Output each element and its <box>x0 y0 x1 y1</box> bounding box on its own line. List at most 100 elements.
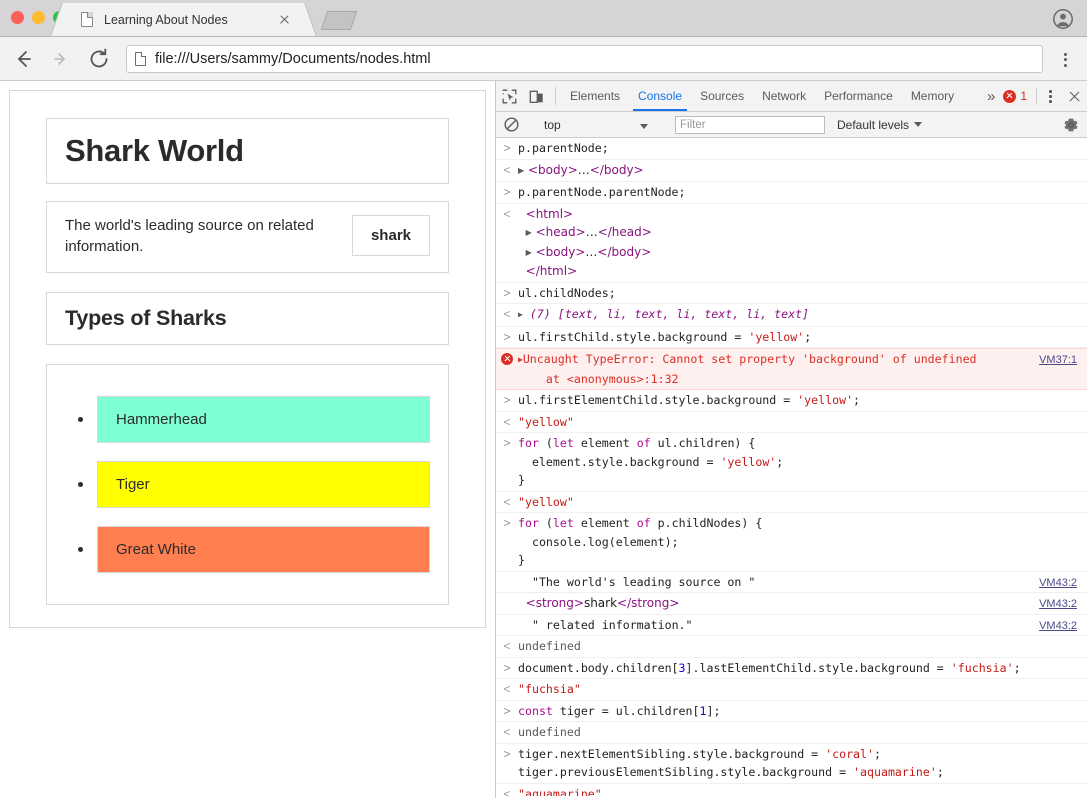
execution-context-selector[interactable]: top <box>535 118 660 132</box>
console-source-link[interactable]: VM37:1 <box>1039 351 1077 370</box>
console-row-text: "The world's leading source on " <box>518 574 756 589</box>
error-circle-icon <box>1003 89 1017 103</box>
console-row-text: ul.childNodes; <box>518 285 616 300</box>
console-gutter-marker: < <box>503 786 511 797</box>
gear-icon[interactable] <box>1057 117 1085 133</box>
console-row-text: <html> ▶ <head>…</head> ▶ <body>…</body>… <box>525 206 652 279</box>
list-item: Hammerhead <box>78 395 430 443</box>
console-row-text: ▶ (7) [text, li, text, li, text, li, tex… <box>518 307 810 321</box>
console-output-row: < "aquamarine" <box>496 784 1087 797</box>
error-count-badge[interactable]: 1 <box>1001 81 1034 111</box>
console-row-text: document.body.children[3].lastElementChi… <box>518 660 1021 675</box>
console-gutter-marker: > <box>503 746 511 761</box>
console-row-text: ul.firstElementChild.style.background = … <box>518 393 861 407</box>
list-item-label: Hammerhead <box>116 410 207 428</box>
document-icon <box>81 12 93 27</box>
browser-tab-title: Learning About Nodes <box>104 12 228 27</box>
new-tab-button[interactable] <box>320 7 362 33</box>
navigation-toolbar: file:///Users/sammy/Documents/nodes.html <box>0 37 1087 81</box>
console-gutter-marker: > <box>503 185 511 199</box>
console-row-text: for (let element of ul.children) { eleme… <box>518 436 784 487</box>
browser-menu-icon[interactable] <box>1051 45 1079 73</box>
execution-context-value: top <box>544 117 561 132</box>
console-gutter-marker: < <box>503 682 511 696</box>
console-output-row: < <html> ▶ <head>…</head> ▶ <body>…</bod… <box>496 204 1087 283</box>
ul-box: Hammerhead Tiger Great White <box>46 363 449 605</box>
console-row-text: const tiger = ul.children[1]; <box>518 703 721 718</box>
console-row-text: "fuchsia" <box>518 682 581 696</box>
console-row-text: undefined <box>518 639 581 653</box>
console-log-list[interactable]: > p.parentNode; < ▶ <body>…</body> > p.parent… <box>496 138 1087 796</box>
console-gutter-marker: > <box>503 703 511 718</box>
console-error-row: ▶Uncaught TypeError: Cannot set property… <box>496 348 1087 390</box>
close-icon[interactable] <box>276 12 292 28</box>
tab-network[interactable]: Network <box>753 81 815 111</box>
console-row-text: tiger.nextElementSibling.style.backgroun… <box>518 746 944 780</box>
tab-memory[interactable]: Memory <box>902 81 963 111</box>
console-output-row: < "yellow" <box>496 412 1087 433</box>
console-output-row: < "yellow" <box>496 492 1087 513</box>
forward-arrow-icon <box>46 44 76 74</box>
console-log-row: "The world's leading source on " VM43:2 <box>496 572 1087 593</box>
console-filter-input[interactable]: Filter <box>675 115 825 134</box>
console-gutter-marker: < <box>503 639 511 653</box>
address-bar-url: file:///Users/sammy/Documents/nodes.html <box>155 50 431 67</box>
tab-console[interactable]: Console <box>629 81 691 111</box>
console-input-row: > ul.firstElementChild.style.background =… <box>496 390 1087 412</box>
error-circle-icon <box>496 350 518 388</box>
console-output-row: < undefined <box>496 722 1087 744</box>
log-levels-selector[interactable]: Default levels <box>837 117 923 132</box>
console-output-row: < ▶ (7) [text, li, text, li, text, li, te… <box>496 304 1087 327</box>
chevron-down-icon <box>640 123 648 129</box>
device-toolbar-icon[interactable] <box>523 81 550 111</box>
console-output-row: < "fuchsia" <box>496 679 1087 701</box>
console-gutter-marker: < <box>503 206 511 221</box>
console-log-row: <strong>shark</strong> VM43:2 <box>496 593 1087 615</box>
viewport: Shark World The world's leading source o… <box>0 81 1087 798</box>
inspect-element-icon[interactable] <box>496 81 523 111</box>
console-source-link[interactable]: VM43:2 <box>1039 617 1077 636</box>
console-gutter-marker <box>496 594 518 613</box>
console-gutter-marker: < <box>503 162 511 177</box>
list-item-label: Tiger <box>116 475 150 493</box>
log-levels-value: Default levels <box>837 117 910 132</box>
console-input-row: > p.parentNode; <box>496 138 1087 160</box>
tab-performance[interactable]: Performance <box>815 81 902 111</box>
tab-sources[interactable]: Sources <box>691 81 753 111</box>
strong-shark-box: shark <box>351 215 430 256</box>
console-output-row: < ▶ <body>…</body> <box>496 160 1087 182</box>
address-bar[interactable]: file:///Users/sammy/Documents/nodes.html <box>126 44 1043 73</box>
console-row-text: ul.firstChild.style.background = 'yellow… <box>518 329 812 344</box>
console-source-link[interactable]: VM43:2 <box>1039 595 1077 614</box>
console-row-text: undefined <box>518 725 581 739</box>
window-minimize-button[interactable] <box>32 11 45 24</box>
console-input-row: > tiger.nextElementSibling.style.backgrou… <box>496 744 1087 784</box>
console-gutter-marker: < <box>503 494 511 509</box>
browser-tab[interactable]: Learning About Nodes <box>65 3 302 36</box>
h2-box: Types of Sharks <box>46 291 449 345</box>
console-gutter-marker: > <box>503 516 511 530</box>
page-title: Shark World <box>65 133 244 168</box>
console-row-text: "aquamarine" <box>518 786 602 797</box>
paragraph-box: The world's leading source on related in… <box>46 201 449 273</box>
window-close-button[interactable] <box>11 11 24 24</box>
console-input-row: > for (let element of ul.children) { elem… <box>496 433 1087 492</box>
console-input-row: > ul.firstChild.style.background = 'yello… <box>496 327 1087 348</box>
console-row-text: ▶ <body>…</body> <box>518 162 644 177</box>
clear-console-icon[interactable] <box>498 117 524 132</box>
console-source-link[interactable]: VM43:2 <box>1039 574 1077 593</box>
console-gutter-marker: > <box>503 393 511 407</box>
chevron-down-icon <box>914 122 923 127</box>
console-input-row: > p.parentNode.parentNode; <box>496 182 1087 204</box>
console-gutter-marker: < <box>503 414 511 429</box>
more-tabs-icon[interactable]: » <box>981 81 1001 111</box>
back-arrow-icon[interactable] <box>8 44 38 74</box>
profile-avatar-icon[interactable] <box>1053 9 1073 29</box>
reload-icon[interactable] <box>84 44 114 74</box>
devtools-menu-icon[interactable] <box>1039 81 1061 111</box>
tab-elements[interactable]: Elements <box>561 81 629 111</box>
devtools-close-icon[interactable] <box>1061 81 1087 111</box>
console-gutter-marker: > <box>503 141 511 155</box>
page-render-pane: Shark World The world's leading source o… <box>0 81 496 798</box>
console-gutter-marker: < <box>503 725 511 739</box>
